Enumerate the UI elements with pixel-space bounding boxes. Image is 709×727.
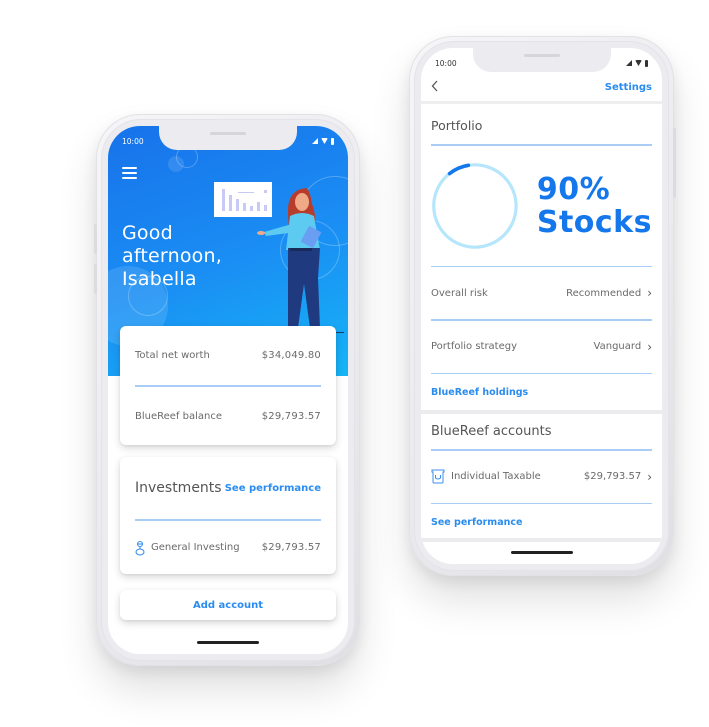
wifi-icon — [635, 60, 642, 66]
status-time: 10:00 — [122, 136, 144, 146]
balance-row: BlueReef balance $29,793.57 — [135, 387, 321, 446]
see-performance-row: See performance — [431, 504, 652, 540]
portfolio-title: Portfolio — [431, 118, 483, 133]
overall-risk-label: Overall risk — [431, 287, 488, 299]
home-screen: 10:00 Good afternoon, Isabella Total net… — [108, 126, 348, 654]
volume-down-button — [94, 264, 97, 294]
pants — [288, 248, 320, 328]
speaker — [523, 54, 560, 57]
top-bar: Settings — [421, 74, 662, 104]
accounts-title: BlueReef accounts — [431, 424, 552, 439]
right-phone-mockup: 10:00 Settings Portfolio 90% Stocks Over… — [409, 36, 676, 576]
settings-link[interactable]: Settings — [605, 82, 652, 93]
status-time: 10:00 — [435, 58, 457, 68]
allocation-type: Stocks — [536, 204, 652, 240]
belt — [290, 248, 312, 251]
add-account-button[interactable]: Add account — [120, 590, 336, 620]
account-value: $29,793.57 — [583, 471, 642, 482]
add-account-label: Add account — [192, 599, 264, 611]
home-indicator[interactable] — [197, 641, 259, 644]
allocation-gauge: 90% Stocks — [431, 146, 652, 266]
home-indicator[interactable] — [510, 551, 573, 554]
holdings-link[interactable]: BlueReef holdings — [431, 387, 528, 398]
back-button[interactable] — [431, 80, 439, 96]
allocation-label: 90% Stocks — [537, 173, 652, 239]
chevron-right-icon: › — [647, 286, 652, 300]
volume-up-button — [94, 224, 97, 254]
portfolio-strategy-value: Vanguard — [593, 341, 642, 352]
accounts-section: BlueReef accounts Individual Taxable $29… — [421, 414, 662, 540]
net-worth-label: Total net worth — [135, 350, 210, 361]
gauge-arc — [431, 162, 518, 249]
net-worth-card: Total net worth $34,049.80 BlueReef bala… — [120, 326, 336, 445]
signal-icon — [626, 60, 632, 66]
speaker — [210, 132, 246, 135]
account-row[interactable]: Individual Taxable $29,793.57 › — [431, 451, 652, 503]
left-phone-mockup: 10:00 Good afternoon, Isabella Total net… — [94, 114, 360, 666]
portfolio-screen: 10:00 Settings Portfolio 90% Stocks Over… — [421, 48, 662, 564]
face — [295, 193, 309, 211]
overall-risk-row[interactable]: Overall risk Recommended › — [431, 267, 652, 319]
balance-label: BlueReef balance — [135, 410, 223, 422]
account-value: $29,793.57 — [261, 542, 321, 553]
greeting-heading: Good afternoon, Isabella — [122, 222, 222, 291]
holdings-row: BlueReef holdings — [431, 374, 652, 410]
investments-title: Investments — [135, 480, 222, 496]
greeting-line-3: Isabella — [122, 268, 197, 290]
allocation-ring — [431, 162, 518, 249]
chevron-right-icon: › — [647, 469, 652, 484]
see-performance-link[interactable]: See performance — [225, 483, 321, 494]
portfolio-strategy-row[interactable]: Portfolio strategy Vanguard › — [431, 321, 652, 373]
section-separator — [421, 538, 662, 542]
account-row[interactable]: General Investing $29,793.57 — [135, 521, 321, 575]
account-label: General Investing — [151, 542, 240, 553]
battery-icon — [645, 59, 648, 67]
greeting-line-1: Good — [122, 222, 173, 244]
portfolio-strategy-label: Portfolio strategy — [431, 341, 518, 352]
hand — [257, 231, 265, 235]
gauge-track — [432, 162, 518, 249]
portfolio-section: Portfolio 90% Stocks Overall risk Recomm… — [421, 107, 662, 410]
notch — [159, 126, 297, 150]
jar-icon — [431, 469, 445, 484]
investments-card: Investments See performance General Inve… — [120, 457, 336, 574]
see-performance-link[interactable]: See performance — [431, 517, 522, 528]
balance-value: $29,793.57 — [261, 410, 321, 422]
overall-risk-value: Recommended — [566, 287, 642, 299]
account-label: Individual Taxable — [451, 471, 541, 482]
menu-icon[interactable] — [122, 167, 137, 179]
chevron-left-icon — [431, 80, 438, 91]
net-worth-row: Total net worth $34,049.80 — [135, 326, 321, 385]
chevron-right-icon: › — [647, 339, 652, 354]
wifi-icon — [321, 138, 328, 144]
battery-icon — [331, 137, 334, 145]
notch — [472, 48, 611, 72]
piggy-bank-icon — [135, 540, 145, 556]
net-worth-value: $34,049.80 — [261, 350, 321, 361]
greeting-line-2: afternoon, — [122, 245, 222, 267]
allocation-percent: 90% — [536, 171, 611, 207]
signal-icon — [312, 138, 318, 144]
power-button — [673, 128, 676, 198]
presenter-illustration — [214, 182, 344, 333]
investments-header: Investments See performance — [135, 457, 321, 519]
